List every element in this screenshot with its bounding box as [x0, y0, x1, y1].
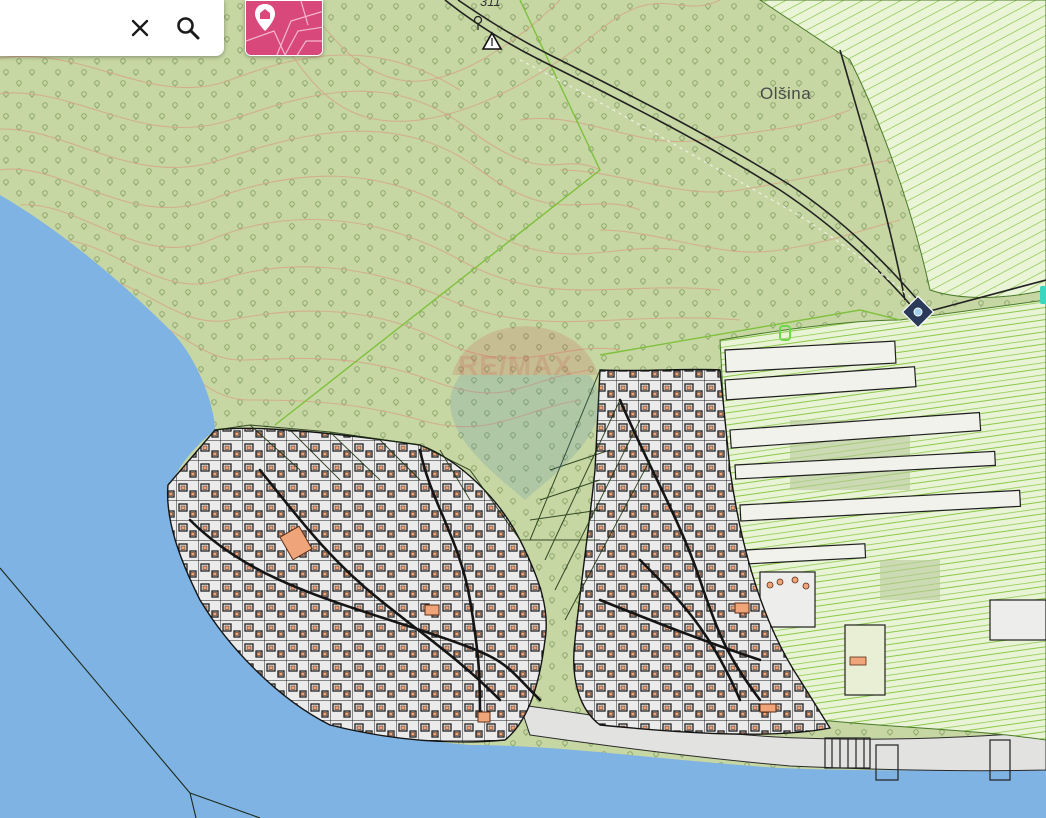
place-name-label: Olšina	[760, 84, 812, 103]
cyan-marker	[1040, 286, 1046, 304]
search-input[interactable]	[6, 14, 110, 44]
clear-button[interactable]	[122, 10, 158, 46]
close-icon	[131, 19, 149, 37]
search-bar	[0, 0, 224, 56]
search-button[interactable]	[170, 10, 206, 46]
cadastral-map[interactable]	[0, 0, 1046, 818]
layer-toggle-button[interactable]	[245, 0, 323, 56]
watermark-text: RE/MAX	[458, 350, 573, 381]
cadastre-layer-thumbnail	[246, 1, 322, 55]
elevation-label: 311	[480, 0, 501, 9]
search-icon	[177, 17, 200, 40]
